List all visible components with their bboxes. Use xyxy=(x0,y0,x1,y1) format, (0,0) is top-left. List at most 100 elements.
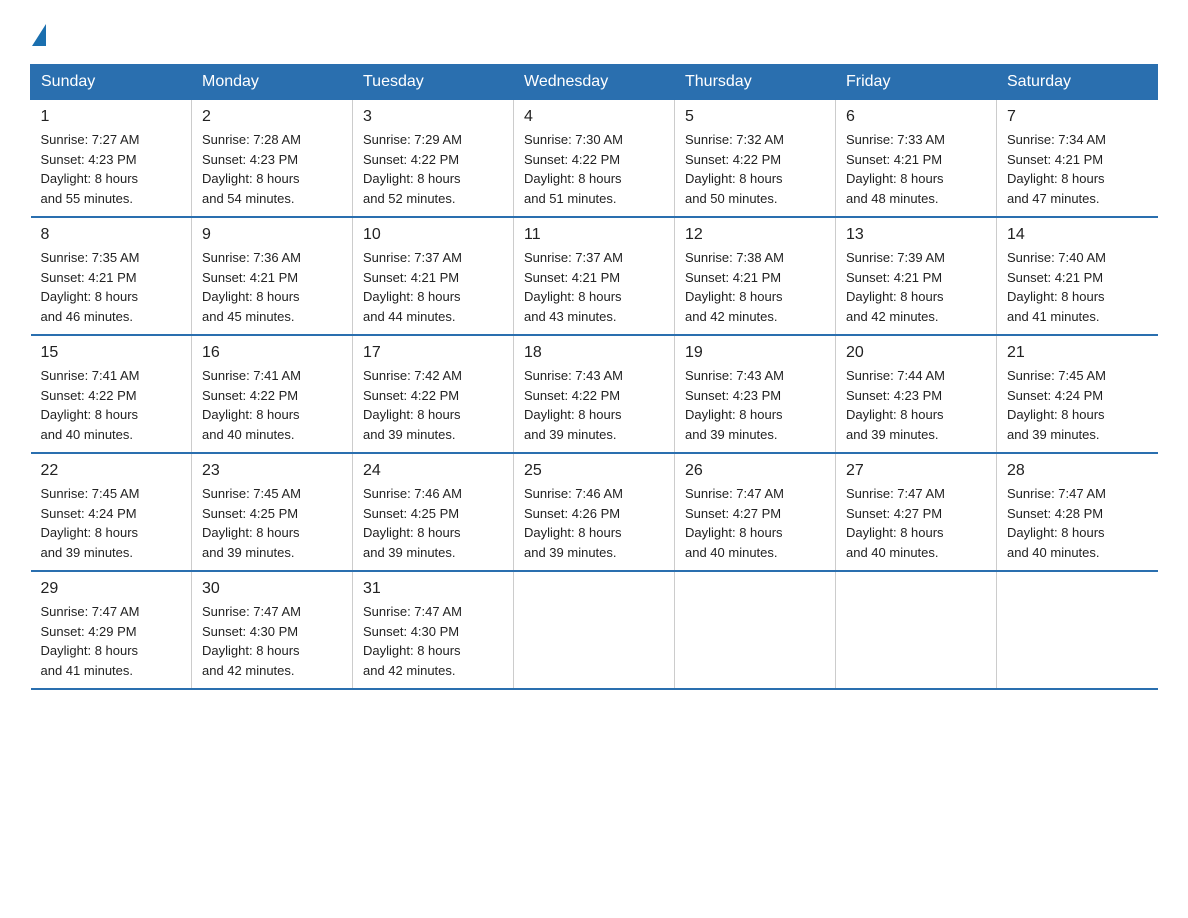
day-info: Sunrise: 7:41 AMSunset: 4:22 PMDaylight:… xyxy=(41,366,182,444)
day-number: 25 xyxy=(524,462,664,480)
calendar-cell: 18 Sunrise: 7:43 AMSunset: 4:22 PMDayligh… xyxy=(514,335,675,453)
day-info: Sunrise: 7:35 AMSunset: 4:21 PMDaylight:… xyxy=(41,248,182,326)
calendar-cell: 4 Sunrise: 7:30 AMSunset: 4:22 PMDaylight… xyxy=(514,100,675,218)
header-tuesday: Tuesday xyxy=(353,65,514,100)
day-number: 11 xyxy=(524,226,664,244)
day-info: Sunrise: 7:34 AMSunset: 4:21 PMDaylight:… xyxy=(1007,130,1148,208)
day-number: 4 xyxy=(524,108,664,126)
header-saturday: Saturday xyxy=(997,65,1158,100)
week-row-4: 22 Sunrise: 7:45 AMSunset: 4:24 PMDayligh… xyxy=(31,453,1158,571)
day-number: 14 xyxy=(1007,226,1148,244)
day-info: Sunrise: 7:43 AMSunset: 4:23 PMDaylight:… xyxy=(685,366,825,444)
calendar-cell: 30 Sunrise: 7:47 AMSunset: 4:30 PMDayligh… xyxy=(192,571,353,689)
day-info: Sunrise: 7:37 AMSunset: 4:21 PMDaylight:… xyxy=(524,248,664,326)
calendar-cell: 31 Sunrise: 7:47 AMSunset: 4:30 PMDayligh… xyxy=(353,571,514,689)
day-info: Sunrise: 7:41 AMSunset: 4:22 PMDaylight:… xyxy=(202,366,342,444)
calendar-cell: 14 Sunrise: 7:40 AMSunset: 4:21 PMDayligh… xyxy=(997,217,1158,335)
calendar-cell: 8 Sunrise: 7:35 AMSunset: 4:21 PMDaylight… xyxy=(31,217,192,335)
day-info: Sunrise: 7:47 AMSunset: 4:30 PMDaylight:… xyxy=(363,602,503,680)
calendar-cell xyxy=(836,571,997,689)
day-number: 5 xyxy=(685,108,825,126)
day-number: 26 xyxy=(685,462,825,480)
day-info: Sunrise: 7:39 AMSunset: 4:21 PMDaylight:… xyxy=(846,248,986,326)
day-info: Sunrise: 7:45 AMSunset: 4:25 PMDaylight:… xyxy=(202,484,342,562)
day-number: 16 xyxy=(202,344,342,362)
calendar-cell: 12 Sunrise: 7:38 AMSunset: 4:21 PMDayligh… xyxy=(675,217,836,335)
day-info: Sunrise: 7:47 AMSunset: 4:27 PMDaylight:… xyxy=(685,484,825,562)
day-number: 3 xyxy=(363,108,503,126)
day-number: 15 xyxy=(41,344,182,362)
calendar-cell: 28 Sunrise: 7:47 AMSunset: 4:28 PMDayligh… xyxy=(997,453,1158,571)
header-thursday: Thursday xyxy=(675,65,836,100)
week-row-5: 29 Sunrise: 7:47 AMSunset: 4:29 PMDayligh… xyxy=(31,571,1158,689)
calendar-header-row: SundayMondayTuesdayWednesdayThursdayFrid… xyxy=(31,65,1158,100)
day-info: Sunrise: 7:44 AMSunset: 4:23 PMDaylight:… xyxy=(846,366,986,444)
day-number: 27 xyxy=(846,462,986,480)
calendar-cell: 25 Sunrise: 7:46 AMSunset: 4:26 PMDayligh… xyxy=(514,453,675,571)
calendar-cell: 15 Sunrise: 7:41 AMSunset: 4:22 PMDayligh… xyxy=(31,335,192,453)
day-number: 24 xyxy=(363,462,503,480)
logo-triangle-icon xyxy=(32,24,46,46)
day-info: Sunrise: 7:47 AMSunset: 4:27 PMDaylight:… xyxy=(846,484,986,562)
calendar-cell: 13 Sunrise: 7:39 AMSunset: 4:21 PMDayligh… xyxy=(836,217,997,335)
day-info: Sunrise: 7:27 AMSunset: 4:23 PMDaylight:… xyxy=(41,130,182,208)
day-number: 18 xyxy=(524,344,664,362)
day-info: Sunrise: 7:46 AMSunset: 4:25 PMDaylight:… xyxy=(363,484,503,562)
calendar-table: SundayMondayTuesdayWednesdayThursdayFrid… xyxy=(30,64,1158,690)
day-info: Sunrise: 7:38 AMSunset: 4:21 PMDaylight:… xyxy=(685,248,825,326)
day-number: 21 xyxy=(1007,344,1148,362)
calendar-cell: 29 Sunrise: 7:47 AMSunset: 4:29 PMDayligh… xyxy=(31,571,192,689)
calendar-cell: 24 Sunrise: 7:46 AMSunset: 4:25 PMDayligh… xyxy=(353,453,514,571)
calendar-cell: 3Sunrise: 7:29 AMSunset: 4:22 PMDaylight… xyxy=(353,100,514,218)
day-number: 6 xyxy=(846,108,986,126)
calendar-cell: 1 Sunrise: 7:27 AMSunset: 4:23 PMDaylight… xyxy=(31,100,192,218)
day-number: 2 xyxy=(202,108,342,126)
day-number: 20 xyxy=(846,344,986,362)
day-info: Sunrise: 7:45 AMSunset: 4:24 PMDaylight:… xyxy=(41,484,182,562)
calendar-cell: 21Sunrise: 7:45 AMSunset: 4:24 PMDayligh… xyxy=(997,335,1158,453)
day-info: Sunrise: 7:47 AMSunset: 4:29 PMDaylight:… xyxy=(41,602,182,680)
day-number: 28 xyxy=(1007,462,1148,480)
header-wednesday: Wednesday xyxy=(514,65,675,100)
calendar-cell: 20 Sunrise: 7:44 AMSunset: 4:23 PMDayligh… xyxy=(836,335,997,453)
calendar-cell: 23Sunrise: 7:45 AMSunset: 4:25 PMDayligh… xyxy=(192,453,353,571)
calendar-cell xyxy=(675,571,836,689)
page-header xyxy=(30,20,1158,46)
calendar-cell: 7Sunrise: 7:34 AMSunset: 4:21 PMDaylight… xyxy=(997,100,1158,218)
calendar-cell: 5 Sunrise: 7:32 AMSunset: 4:22 PMDaylight… xyxy=(675,100,836,218)
day-info: Sunrise: 7:47 AMSunset: 4:28 PMDaylight:… xyxy=(1007,484,1148,562)
calendar-cell: 9Sunrise: 7:36 AMSunset: 4:21 PMDaylight… xyxy=(192,217,353,335)
header-monday: Monday xyxy=(192,65,353,100)
day-info: Sunrise: 7:32 AMSunset: 4:22 PMDaylight:… xyxy=(685,130,825,208)
day-number: 22 xyxy=(41,462,182,480)
day-info: Sunrise: 7:43 AMSunset: 4:22 PMDaylight:… xyxy=(524,366,664,444)
day-number: 31 xyxy=(363,580,503,598)
calendar-cell: 17 Sunrise: 7:42 AMSunset: 4:22 PMDayligh… xyxy=(353,335,514,453)
calendar-cell xyxy=(997,571,1158,689)
calendar-cell: 10 Sunrise: 7:37 AMSunset: 4:21 PMDayligh… xyxy=(353,217,514,335)
header-sunday: Sunday xyxy=(31,65,192,100)
calendar-cell: 16 Sunrise: 7:41 AMSunset: 4:22 PMDayligh… xyxy=(192,335,353,453)
day-number: 13 xyxy=(846,226,986,244)
day-number: 10 xyxy=(363,226,503,244)
day-number: 8 xyxy=(41,226,182,244)
day-number: 29 xyxy=(41,580,182,598)
day-info: Sunrise: 7:33 AMSunset: 4:21 PMDaylight:… xyxy=(846,130,986,208)
week-row-1: 1 Sunrise: 7:27 AMSunset: 4:23 PMDaylight… xyxy=(31,100,1158,218)
day-info: Sunrise: 7:36 AMSunset: 4:21 PMDaylight:… xyxy=(202,248,342,326)
day-info: Sunrise: 7:30 AMSunset: 4:22 PMDaylight:… xyxy=(524,130,664,208)
calendar-cell: 26 Sunrise: 7:47 AMSunset: 4:27 PMDayligh… xyxy=(675,453,836,571)
calendar-cell: 27 Sunrise: 7:47 AMSunset: 4:27 PMDayligh… xyxy=(836,453,997,571)
day-number: 1 xyxy=(41,108,182,126)
day-info: Sunrise: 7:40 AMSunset: 4:21 PMDaylight:… xyxy=(1007,248,1148,326)
calendar-cell: 19Sunrise: 7:43 AMSunset: 4:23 PMDayligh… xyxy=(675,335,836,453)
day-number: 30 xyxy=(202,580,342,598)
day-info: Sunrise: 7:42 AMSunset: 4:22 PMDaylight:… xyxy=(363,366,503,444)
day-info: Sunrise: 7:47 AMSunset: 4:30 PMDaylight:… xyxy=(202,602,342,680)
calendar-cell: 11 Sunrise: 7:37 AMSunset: 4:21 PMDayligh… xyxy=(514,217,675,335)
day-number: 12 xyxy=(685,226,825,244)
day-info: Sunrise: 7:28 AMSunset: 4:23 PMDaylight:… xyxy=(202,130,342,208)
day-number: 17 xyxy=(363,344,503,362)
day-info: Sunrise: 7:46 AMSunset: 4:26 PMDaylight:… xyxy=(524,484,664,562)
day-info: Sunrise: 7:37 AMSunset: 4:21 PMDaylight:… xyxy=(363,248,503,326)
